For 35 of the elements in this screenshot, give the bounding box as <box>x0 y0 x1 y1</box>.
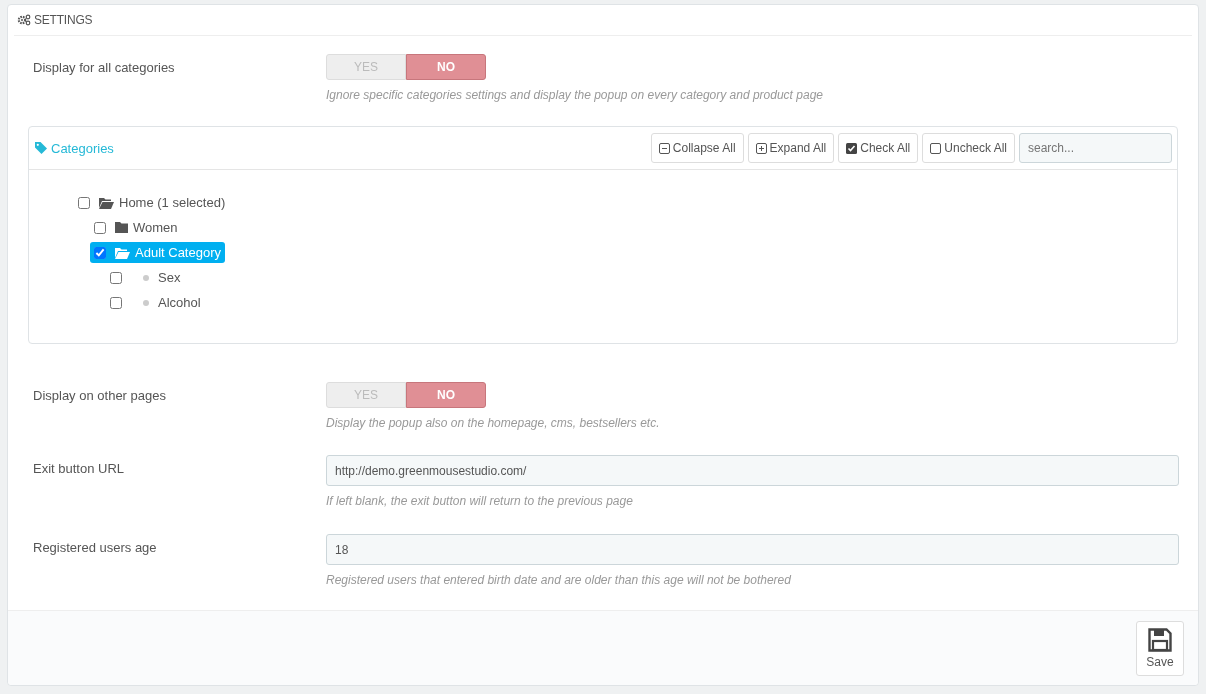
tree-item[interactable]: Alcohol <box>106 292 205 313</box>
bullet-icon <box>143 274 149 281</box>
field-label: Registered users age <box>33 539 158 557</box>
expand-icon <box>755 142 767 154</box>
save-button[interactable]: Save <box>1136 620 1184 676</box>
panel-title: SETTINGS <box>34 13 93 27</box>
field-label: Display on other pages <box>33 387 167 405</box>
toolbar-button[interactable]: Collapse All <box>650 133 744 163</box>
checkbox[interactable] <box>78 196 90 209</box>
help-text: Display the popup also on the homepage, cms, bestsellers etc. <box>326 416 661 430</box>
help-text: Registered users that entered birth date and are older than this age will not be bothered <box>326 573 792 587</box>
toolbar-button[interactable]: Check All <box>838 133 919 163</box>
tag-icon <box>35 142 47 154</box>
checkbox[interactable] <box>110 296 122 309</box>
help-text: Ignore specific categories settings and display the popup on every category and product page <box>326 88 824 102</box>
tree-item[interactable]: Women <box>90 217 182 238</box>
age-field[interactable]: 18 <box>326 534 1179 565</box>
checkbox[interactable] <box>110 271 122 284</box>
field-label: Display for all categories <box>33 59 176 77</box>
gears-icon <box>17 14 31 26</box>
tree-item[interactable]: Sex <box>106 267 185 288</box>
toolbar-button[interactable]: Expand All <box>747 133 835 163</box>
collapse-icon <box>658 142 670 154</box>
checked-box-icon <box>846 142 858 154</box>
field-label: Exit button URL <box>33 460 126 478</box>
help-text: If left blank, the exit button will return to the previous page <box>326 494 634 508</box>
url-field[interactable]: http://demo.greenmousestudio.com/ <box>326 455 1179 486</box>
tree-item[interactable]: Home (1 selected) <box>74 192 230 213</box>
categories-title: Categories <box>35 140 114 156</box>
search-field[interactable]: search... <box>1019 133 1172 163</box>
checkbox[interactable] <box>94 221 106 234</box>
bullet-icon <box>143 299 149 306</box>
checkbox[interactable] <box>94 246 106 259</box>
empty-box-icon <box>930 142 942 154</box>
toolbar-button[interactable]: Uncheck All <box>922 133 1015 163</box>
